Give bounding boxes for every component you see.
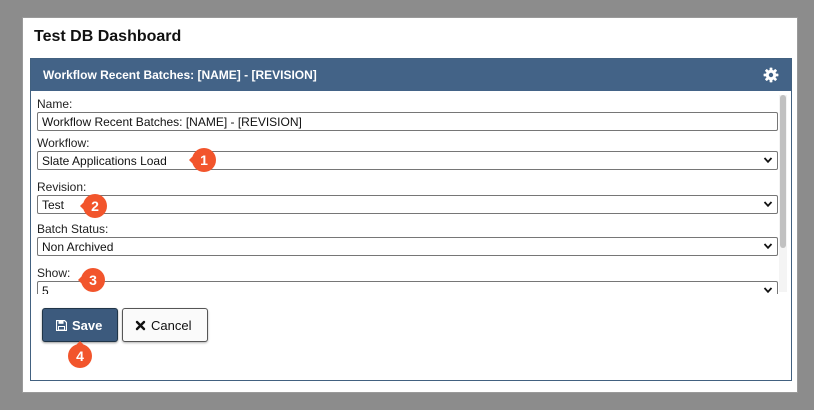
batch-status-select[interactable]: Non Archived [37, 237, 778, 256]
chevron-down-icon [763, 287, 773, 294]
widget-title: Workflow Recent Batches: [NAME] - [REVIS… [43, 68, 317, 82]
name-label: Name: [37, 97, 73, 111]
callout-badge-3: 3 [78, 265, 108, 295]
gear-icon[interactable] [763, 67, 779, 83]
show-select[interactable]: 5 [37, 281, 778, 294]
workflow-value: Slate Applications Load [42, 154, 167, 168]
callout-number: 3 [89, 272, 97, 288]
callout-number: 2 [91, 198, 99, 214]
revision-select[interactable]: Test [37, 195, 778, 214]
callout-number: 1 [200, 152, 208, 168]
save-button[interactable]: Save [42, 308, 118, 342]
callout-badge-4: 4 [65, 341, 95, 371]
x-icon [135, 320, 146, 331]
form-scrollbar[interactable] [779, 95, 787, 292]
cancel-button[interactable]: Cancel [122, 308, 208, 342]
batch-status-value: Non Archived [42, 240, 114, 254]
chevron-down-icon [763, 243, 773, 250]
chevron-down-icon [763, 157, 773, 164]
save-label: Save [72, 318, 103, 333]
show-value: 5 [42, 284, 49, 294]
name-field[interactable]: Workflow Recent Batches: [NAME] - [REVIS… [37, 112, 778, 131]
widget-header: Workflow Recent Batches: [NAME] - [REVIS… [31, 59, 791, 91]
cancel-label: Cancel [151, 318, 192, 333]
dashboard-panel: Test DB Dashboard Workflow Recent Batche… [22, 17, 798, 393]
callout-number: 4 [76, 348, 84, 364]
revision-value: Test [42, 198, 65, 212]
floppy-disk-icon [56, 320, 67, 331]
show-label: Show: [37, 266, 71, 280]
batch-status-label: Batch Status: [37, 222, 109, 236]
chevron-down-icon [763, 201, 773, 208]
workflow-select[interactable]: Slate Applications Load [37, 151, 778, 170]
scrollbar-thumb[interactable] [780, 95, 786, 248]
callout-badge-2: 2 [80, 191, 110, 221]
callout-badge-1: 1 [189, 145, 219, 175]
widget-form: Name: Workflow Recent Batches: [NAME] - … [31, 91, 791, 294]
workflow-label: Workflow: [37, 136, 90, 150]
widget-panel: Workflow Recent Batches: [NAME] - [REVIS… [30, 58, 792, 381]
dashboard-title: Test DB Dashboard [34, 28, 182, 45]
revision-label: Revision: [37, 180, 87, 194]
